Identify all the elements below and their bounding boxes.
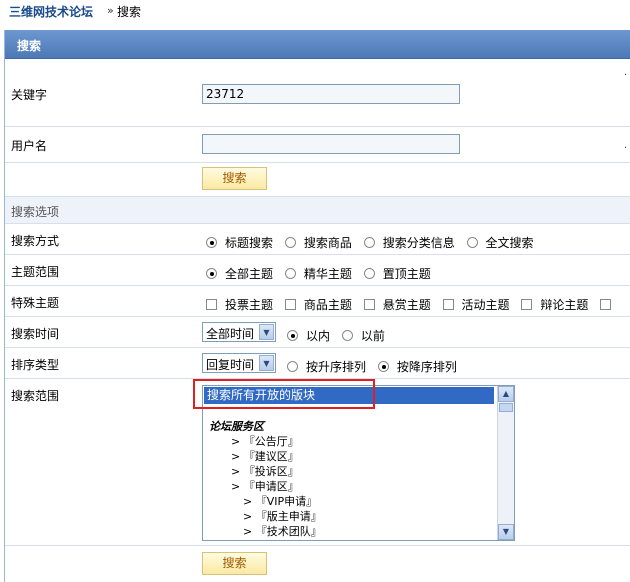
- radio-icon[interactable]: [206, 268, 217, 279]
- special-topic-reward[interactable]: 悬赏主题: [363, 296, 431, 313]
- username-row: 用户名: [5, 127, 630, 163]
- submit-search-button[interactable]: 搜索: [202, 552, 267, 575]
- options-section: 搜索选项: [5, 197, 630, 224]
- annotation-highlight-box: [193, 379, 375, 409]
- special-topics-label: 特殊主题: [11, 296, 60, 310]
- search-time-label: 搜索时间: [11, 327, 60, 341]
- list-item[interactable]: > 『公告厅』: [203, 434, 495, 449]
- chevron-down-icon[interactable]: ▼: [259, 355, 274, 371]
- keyword-input[interactable]: 23712: [202, 84, 460, 104]
- checkbox-icon[interactable]: [284, 299, 296, 310]
- topic-scope-digest[interactable]: 精华主题: [284, 265, 352, 282]
- search-range-label: 搜索范围: [11, 389, 60, 403]
- search-time-row: 搜索时间 全部时间 ▼ 以内 以前: [5, 317, 630, 348]
- search-panel: 搜索 关键字 23712 用户名 搜索 搜索选项 搜索方式 标题搜索 搜索商品 …: [4, 30, 630, 582]
- search-method-label: 搜索方式: [11, 234, 60, 248]
- special-topics-row: 特殊主题 投票主题 商品主题 悬赏主题 活动主题 辩论主题: [5, 286, 630, 317]
- sort-ascending[interactable]: 按升序排列: [287, 358, 366, 375]
- edge-mark: ·: [624, 143, 628, 154]
- topic-scope-row: 主题范围 全部主题 精华主题 置顶主题: [5, 255, 630, 286]
- search-method-fulltext[interactable]: 全文搜索: [466, 234, 534, 251]
- chevron-down-icon[interactable]: ▼: [498, 524, 514, 540]
- radio-icon[interactable]: [206, 237, 217, 248]
- search-button[interactable]: 搜索: [202, 167, 267, 190]
- username-label: 用户名: [11, 139, 48, 153]
- sort-type-select[interactable]: 回复时间 ▼: [202, 353, 276, 373]
- list-item[interactable]: > 『投诉区』: [203, 464, 495, 479]
- search-method-goods[interactable]: 搜索商品: [284, 234, 352, 251]
- search-button-row: 搜索: [5, 163, 630, 197]
- breadcrumb-separator: »: [107, 4, 114, 17]
- chevron-up-icon[interactable]: ▲: [498, 386, 514, 402]
- search-time-options: 以内 以前: [287, 327, 393, 344]
- search-method-classified[interactable]: 搜索分类信息: [363, 234, 455, 251]
- list-item[interactable]: > 『VIP申请』: [203, 494, 495, 509]
- breadcrumb-current: 搜索: [117, 5, 142, 19]
- search-time-within[interactable]: 以内: [287, 327, 330, 344]
- list-item[interactable]: > 『技术团队』: [203, 524, 495, 539]
- checkbox-icon[interactable]: [442, 299, 454, 310]
- radio-icon[interactable]: [363, 237, 375, 248]
- radio-icon[interactable]: [287, 330, 298, 341]
- forum-list: 论坛服务区 > 『公告厅』 > 『建议区』 > 『投诉区』 > 『申请区』 > …: [203, 404, 495, 539]
- edge-mark: ·: [624, 70, 628, 81]
- sort-type-label: 排序类型: [11, 358, 60, 372]
- topic-scope-options: 全部主题 精华主题 置顶主题: [206, 265, 439, 282]
- special-topic-poll[interactable]: 投票主题: [206, 296, 273, 313]
- topic-scope-sticky[interactable]: 置顶主题: [363, 265, 431, 282]
- sort-descending[interactable]: 按降序排列: [377, 358, 457, 375]
- chevron-down-icon[interactable]: ▼: [259, 324, 274, 340]
- sort-type-row: 排序类型 回复时间 ▼ 按升序排列 按降序排列: [5, 348, 630, 379]
- radio-icon[interactable]: [466, 237, 478, 248]
- special-topic-activity[interactable]: 活动主题: [442, 296, 510, 313]
- radio-icon[interactable]: [284, 268, 296, 279]
- topic-scope-label: 主题范围: [11, 265, 60, 279]
- radio-icon[interactable]: [287, 361, 298, 372]
- submit-button-row: 搜索: [5, 546, 630, 582]
- special-topic-goods[interactable]: 商品主题: [284, 296, 352, 313]
- topic-scope-all[interactable]: 全部主题: [206, 265, 273, 282]
- checkbox-icon[interactable]: [206, 299, 217, 310]
- checkbox-icon[interactable]: [600, 299, 612, 310]
- listbox-scrollbar[interactable]: ▲ ▼: [497, 386, 514, 540]
- special-topic-debate[interactable]: 辩论主题: [521, 296, 588, 313]
- breadcrumb-site-link[interactable]: 三维网技术论坛: [9, 3, 93, 20]
- keyword-row: 关键字 23712: [5, 60, 630, 127]
- radio-icon[interactable]: [377, 361, 389, 372]
- radio-icon[interactable]: [341, 330, 353, 341]
- search-method-row: 搜索方式 标题搜索 搜索商品 搜索分类信息 全文搜索: [5, 224, 630, 255]
- list-item[interactable]: > 『申请区』: [203, 479, 495, 494]
- list-item[interactable]: > 『版主申请』: [203, 509, 495, 524]
- radio-icon[interactable]: [363, 268, 375, 279]
- list-category[interactable]: 论坛服务区: [203, 419, 495, 434]
- panel-title: 搜索: [17, 39, 42, 53]
- sort-order-options: 按升序排列 按降序排列: [287, 358, 465, 375]
- special-topic-more[interactable]: [600, 298, 619, 312]
- breadcrumb: 三维网技术论坛 » 搜索: [0, 0, 630, 26]
- search-time-select[interactable]: 全部时间 ▼: [202, 322, 276, 342]
- keyword-label: 关键字: [11, 88, 48, 102]
- search-method-title[interactable]: 标题搜索: [206, 234, 273, 251]
- scrollbar-thumb[interactable]: [499, 403, 513, 412]
- username-input[interactable]: [202, 134, 460, 154]
- search-method-options: 标题搜索 搜索商品 搜索分类信息 全文搜索: [206, 234, 542, 251]
- panel-header: 搜索: [5, 30, 630, 59]
- checkbox-icon[interactable]: [521, 299, 533, 310]
- options-section-label: 搜索选项: [11, 205, 60, 219]
- search-time-before[interactable]: 以前: [341, 327, 385, 344]
- special-topics-options: 投票主题 商品主题 悬赏主题 活动主题 辩论主题: [206, 296, 627, 313]
- checkbox-icon[interactable]: [363, 299, 375, 310]
- list-item[interactable]: > 『建议区』: [203, 449, 495, 464]
- radio-icon[interactable]: [284, 237, 296, 248]
